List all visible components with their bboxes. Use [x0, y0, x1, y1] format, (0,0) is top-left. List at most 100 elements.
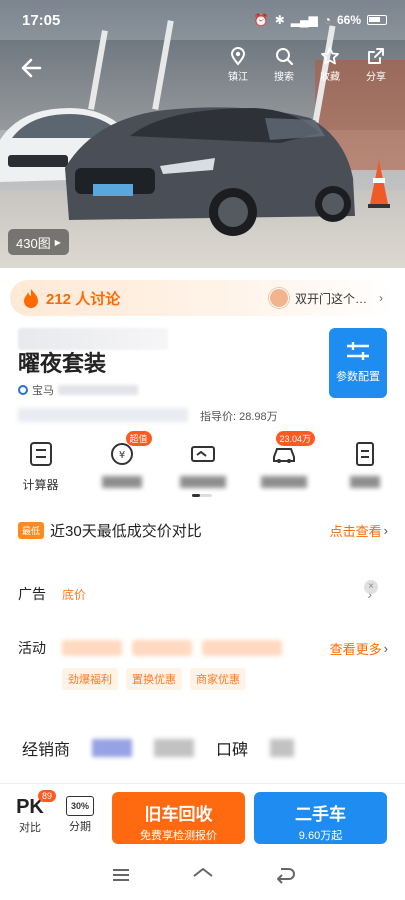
- blurred-tool-label: [101, 476, 142, 488]
- search-label: 搜索: [274, 72, 294, 83]
- installment-label: 分期: [69, 821, 91, 833]
- installment-button[interactable]: 30% 分期: [62, 796, 98, 834]
- back-arrow-icon[interactable]: [18, 54, 46, 82]
- pk-count-badge: 89: [37, 790, 56, 802]
- activity-label: 活动: [18, 640, 46, 656]
- menu-icon[interactable]: [110, 866, 132, 884]
- search-button[interactable]: 搜索: [265, 46, 303, 83]
- activity-row[interactable]: 活动 查看更多 ›: [18, 638, 388, 658]
- bluetooth-icon: ✱: [274, 13, 285, 27]
- lowest-price-row[interactable]: 最低 近30天最低成交价对比 点击查看 ›: [18, 520, 388, 541]
- traffic-cone: [368, 160, 390, 208]
- location-icon: [230, 47, 246, 66]
- tab-blurred[interactable]: [154, 739, 195, 757]
- play-triangle-icon: ▶: [54, 237, 61, 247]
- fire-icon: [24, 289, 38, 308]
- alarm-icon: ⏰: [253, 13, 269, 27]
- star-icon: [321, 47, 339, 65]
- calculator-label: 计算器: [22, 478, 59, 492]
- pk-sub-label: 对比: [19, 822, 41, 834]
- brand-name: 宝马: [32, 385, 54, 397]
- activity-pill[interactable]: 劲爆福利: [62, 668, 118, 690]
- blurred-subtitle: [18, 408, 188, 422]
- wifi-icon: ◔: [323, 13, 331, 27]
- gallery-count-label: 430图: [16, 235, 51, 251]
- more-activities-link[interactable]: 查看更多 ›: [330, 639, 388, 658]
- tab-blurred[interactable]: [270, 739, 295, 757]
- ad-row[interactable]: 广告 底价 › ×: [18, 580, 388, 604]
- tools-scroll-indicator: [192, 494, 212, 497]
- search-icon: [276, 48, 294, 66]
- favorite-button[interactable]: 收藏: [311, 46, 349, 83]
- content-sheet: 212 人讨论 双开门这个… › 曜夜套装 宝马 指导价: 28.98万 参数配…: [0, 268, 405, 900]
- lowest-price-text: 近30天最低成交价对比: [50, 523, 202, 540]
- top-nav: 镇江 搜索 收藏 分享: [0, 44, 405, 94]
- more-tool[interactable]: [329, 433, 401, 503]
- coupon-tool[interactable]: [167, 433, 239, 503]
- car-trim-name: 曜夜套装: [18, 351, 107, 376]
- guide-price: 指导价: 28.98万: [200, 411, 278, 423]
- calculator-icon: [29, 442, 52, 466]
- blurred-tool-label: [349, 476, 380, 488]
- tab-blurred[interactable]: [92, 739, 133, 757]
- close-ad-icon[interactable]: ×: [364, 580, 378, 594]
- view-link-label: 点击查看: [329, 524, 382, 539]
- trade-in-sub: 免费享检测报价: [140, 830, 217, 842]
- grey-sedan: [65, 107, 355, 236]
- gallery-count-button[interactable]: 430图 ▶: [8, 229, 69, 255]
- coupon-icon: [190, 446, 215, 462]
- param-config-button[interactable]: 参数配置: [329, 328, 387, 398]
- back-icon[interactable]: [274, 865, 296, 885]
- price-badge: 23.04万: [275, 431, 316, 446]
- section-tabs: 经销商 口碑: [0, 728, 405, 768]
- status-bar: 17:05 ⏰ ✱ ▂▄▆ ◔ 66%: [0, 0, 405, 40]
- sliders-icon: [347, 342, 369, 360]
- deal-tool[interactable]: 超值 ¥: [86, 431, 158, 503]
- activity-pills: 劲爆福利 置换优惠 商家优惠: [18, 668, 388, 690]
- system-nav-bar: [0, 849, 405, 900]
- status-time: 17:05: [22, 11, 61, 29]
- tools-row: 计算器 超值 ¥ 23.04万: [0, 431, 405, 503]
- blurred-activity: [202, 640, 282, 656]
- pk-compare-button[interactable]: PK 89 对比: [12, 790, 56, 835]
- battery-icon: [367, 15, 387, 25]
- favorite-label: 收藏: [320, 72, 340, 83]
- blurred-tool-label: [179, 476, 226, 488]
- home-icon[interactable]: [191, 865, 215, 885]
- blurred-model-name: [18, 328, 168, 350]
- price-tool[interactable]: 23.04万: [248, 431, 320, 503]
- calculator-tool[interactable]: 计算器: [5, 433, 77, 503]
- used-car-title: 二手车: [295, 805, 346, 824]
- used-car-sub: 9.60万起: [298, 830, 343, 842]
- brand-logo-icon: [18, 385, 28, 395]
- chevron-right-icon: ›: [383, 640, 388, 656]
- trade-in-button[interactable]: 旧车回收 免费享检测报价: [112, 792, 245, 844]
- activity-pill[interactable]: 商家优惠: [190, 668, 246, 690]
- battery-text: 66%: [336, 13, 361, 27]
- location-label: 镇江: [228, 72, 248, 83]
- svg-text:¥: ¥: [118, 450, 124, 461]
- share-button[interactable]: 分享: [357, 46, 395, 83]
- activity-pill[interactable]: 置换优惠: [126, 668, 182, 690]
- used-car-button[interactable]: 二手车 9.60万起: [254, 792, 387, 844]
- location-button[interactable]: 镇江: [219, 46, 257, 83]
- bottom-action-bar: PK 89 对比 30% 分期 旧车回收 免费享检测报价 二手车 9.60万起: [0, 783, 405, 849]
- ad-sub: 底价: [62, 587, 87, 602]
- view-link[interactable]: 点击查看 ›: [330, 521, 388, 540]
- installment-icon: 30%: [66, 796, 94, 816]
- chevron-right-icon: ›: [379, 291, 383, 305]
- tab-koubei[interactable]: 口碑: [216, 736, 248, 760]
- share-label: 分享: [366, 72, 386, 83]
- ad-label: 广告: [18, 586, 46, 602]
- signal-icon: ▂▄▆: [290, 13, 318, 27]
- hero-car-image[interactable]: 17:05 ⏰ ✱ ▂▄▆ ◔ 66% 镇江 搜索 收藏 分享 430图 ▶: [0, 0, 405, 268]
- blurred-tool-label: [260, 476, 307, 488]
- discussion-count: 212 人讨论: [46, 290, 121, 308]
- more-activities-label: 查看更多: [329, 641, 382, 657]
- lowest-tag: 最低: [18, 522, 45, 539]
- tab-dealer[interactable]: 经销商: [22, 736, 70, 760]
- share-icon: [368, 48, 384, 64]
- discussion-bar[interactable]: 212 人讨论 双开门这个… ›: [10, 280, 395, 316]
- avatar: [268, 288, 289, 308]
- blurred-activity: [132, 640, 192, 656]
